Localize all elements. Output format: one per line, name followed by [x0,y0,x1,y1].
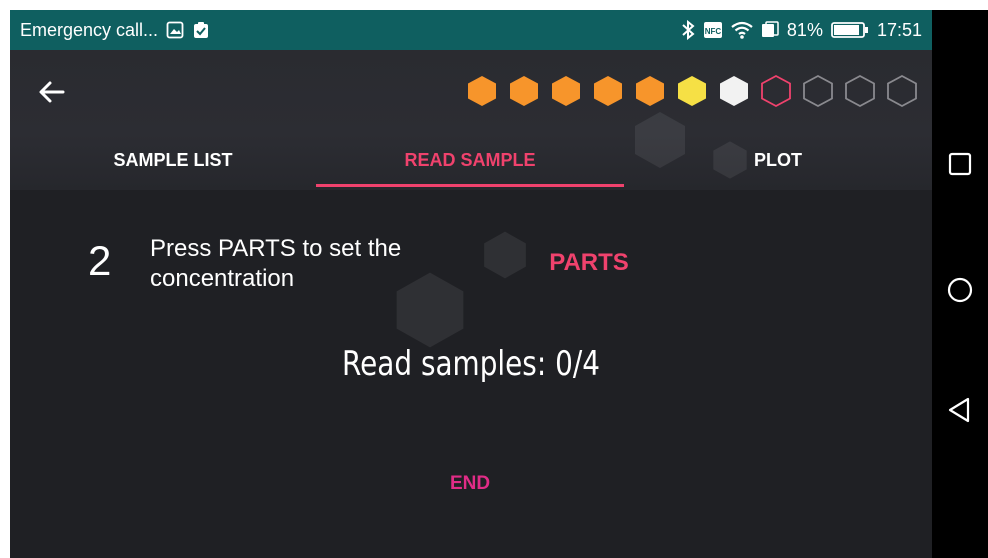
arrow-left-icon [39,81,65,103]
step-instruction: Press PARTS to set the concentration [150,235,402,292]
app-bar: SAMPLE LIST READ SAMPLE PLOT [10,50,932,190]
progress-hexagon-icon [803,74,833,108]
status-bar: Emergency call... NFC 81% 17:51 [10,10,932,50]
back-nav-button[interactable] [932,382,988,438]
navigation-bar [932,10,988,558]
image-icon [166,21,184,39]
progress-hexagon-icon [678,76,706,106]
clipboard-check-icon [192,21,210,39]
device-frame: Emergency call... NFC 81% 17:51 SAMPLE L… [0,0,988,558]
tab-read-sample[interactable]: READ SAMPLE [316,130,624,190]
square-icon [948,152,972,176]
tab-bar: SAMPLE LIST READ SAMPLE PLOT [10,130,932,190]
battery-percent: 81% [786,19,823,40]
status-right: NFC 81% 17:51 [681,10,922,50]
status-left: Emergency call... [20,10,210,50]
back-button[interactable] [32,72,72,112]
progress-hexagon-icon [845,74,875,108]
circle-icon [947,277,973,303]
svg-text:NFC: NFC [705,27,722,36]
progress-hexagon-icon [761,74,791,108]
progress-hexagon-icon [468,76,496,106]
bluetooth-icon [681,20,695,40]
progress-hexagon-icon [552,76,580,106]
tab-sample-list[interactable]: SAMPLE LIST [70,130,276,190]
battery-icon [831,21,869,39]
progress-hexagon-icon [887,74,917,108]
end-button[interactable]: END [422,462,518,506]
wifi-icon [731,21,753,39]
progress-hexagons [464,74,920,108]
recents-button[interactable] [932,136,988,192]
background-hexagon-icon [484,231,526,279]
triangle-back-icon [948,397,970,423]
tab-indicator [316,184,624,187]
step-number: 2 [88,237,112,284]
progress-hexagon-icon [636,76,664,106]
vibrate-icon [761,21,779,39]
tab-plot[interactable]: PLOT [700,130,856,190]
nfc-icon: NFC [703,21,723,39]
parts-button[interactable]: PARTS [530,238,648,288]
read-samples-counter: Read samples: 0/4 [342,344,600,384]
clock: 17:51 [876,19,922,40]
notification-text: Emergency call... [20,19,159,40]
app-screen: Emergency call... NFC 81% 17:51 SAMPLE L… [10,10,932,558]
home-button[interactable] [932,262,988,318]
read-sample-panel: 2 Press PARTS to set the concentration P… [10,190,932,558]
progress-hexagon-icon [594,76,622,106]
progress-hexagon-icon [510,76,538,106]
progress-hexagon-icon [720,76,748,106]
